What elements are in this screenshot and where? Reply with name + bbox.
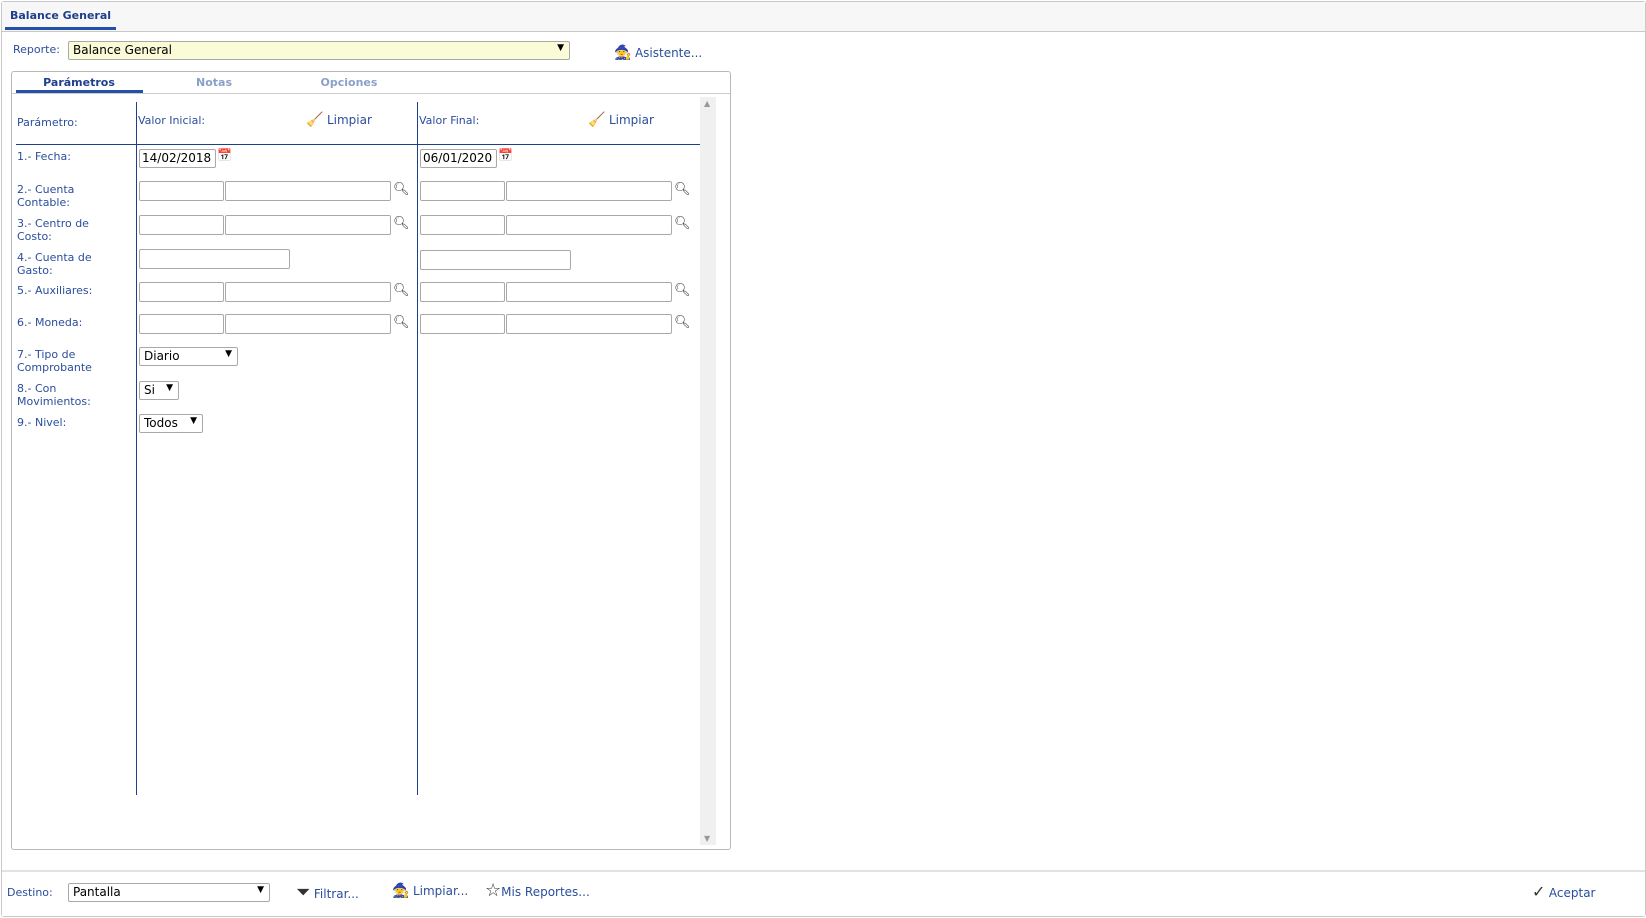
tab-divider [12, 93, 730, 94]
destination-value: Pantalla [73, 885, 121, 899]
clear-all-label: Limpiar... [412, 884, 469, 898]
cost-center-initial-name-input[interactable] [225, 215, 391, 235]
funnel-icon: ⏷ [296, 882, 311, 903]
accept-label: Aceptar [1548, 886, 1596, 900]
clear-final-button[interactable]: 🧹 Limpiar [588, 112, 654, 128]
cost-center-final-code-input[interactable] [420, 215, 505, 235]
currency-final-code-input[interactable] [420, 314, 505, 334]
account-final-code-input[interactable] [420, 181, 505, 201]
accept-button[interactable]: ✓ Aceptar [1532, 882, 1596, 901]
cost-center-final-name-input[interactable] [506, 215, 672, 235]
report-select[interactable]: Balance General ▼ [68, 41, 570, 60]
param-header: Parámetro: [17, 116, 78, 129]
account-initial-code-input[interactable] [139, 181, 224, 201]
chevron-down-icon: ▼ [166, 383, 173, 393]
param-label: 6.- Moneda: [17, 316, 83, 329]
expense-account-final-input[interactable] [420, 250, 571, 270]
clear-initial-button[interactable]: 🧹 Limpiar [306, 112, 372, 128]
scrollbar[interactable]: ▲ ▼ [700, 97, 716, 845]
date-initial-input[interactable]: 14/02/2018 [139, 149, 216, 168]
param-label: 2.- Cuenta Contable: [17, 183, 75, 209]
clear-label: Limpiar [608, 113, 654, 127]
tab-parametros[interactable]: Parámetros [19, 76, 139, 89]
tab-notas[interactable]: Notas [154, 76, 274, 89]
level-select[interactable]: Todos ▼ [139, 414, 203, 433]
level-value: Todos [144, 416, 178, 430]
clear-all-button[interactable]: 🧙 Limpiar... [392, 883, 468, 899]
wizard-icon: 🧙 [392, 883, 410, 899]
broom-icon: 🧹 [588, 112, 606, 128]
auxiliaries-final-name-input[interactable] [506, 282, 672, 302]
my-reports-button[interactable]: ☆Mis Reportes... [485, 880, 590, 901]
filter-button[interactable]: ⏷ Filtrar... [296, 882, 359, 903]
search-icon[interactable]: 🔍︎ [674, 216, 691, 231]
currency-initial-name-input[interactable] [225, 314, 391, 334]
search-icon[interactable]: 🔍︎ [393, 182, 410, 197]
assistant-label: Asistente... [634, 46, 703, 60]
column-divider [417, 102, 418, 795]
search-icon[interactable]: 🔍︎ [674, 182, 691, 197]
star-icon: ☆ [485, 880, 502, 901]
chevron-down-icon: ▼ [257, 885, 264, 895]
voucher-type-select[interactable]: Diario ▼ [139, 347, 238, 366]
param-label: 4.- Cuenta de Gasto: [17, 251, 92, 277]
tab-balance-general[interactable]: Balance General [5, 2, 117, 30]
account-initial-name-input[interactable] [225, 181, 391, 201]
search-icon[interactable]: 🔍︎ [393, 283, 410, 298]
search-icon[interactable]: 🔍︎ [674, 283, 691, 298]
final-header: Valor Final: [419, 114, 480, 127]
header-divider [16, 144, 700, 145]
top-tab-bar [2, 2, 1645, 32]
with-movements-select[interactable]: Si ▼ [139, 381, 179, 400]
report-label: Reporte: [13, 43, 60, 56]
initial-header: Valor Inicial: [138, 114, 206, 127]
calendar-icon[interactable]: 📅 [217, 148, 232, 162]
chevron-down-icon: ▼ [190, 416, 197, 426]
voucher-type-value: Diario [144, 349, 180, 363]
expense-account-initial-input[interactable] [139, 249, 290, 269]
report-value: Balance General [73, 43, 172, 57]
currency-initial-code-input[interactable] [139, 314, 224, 334]
column-divider [136, 102, 137, 795]
param-label: 1.- Fecha: [17, 150, 71, 163]
param-label: 5.- Auxiliares: [17, 284, 93, 297]
date-final-input[interactable]: 06/01/2020 [420, 149, 497, 168]
param-label: 7.- Tipo de Comprobante [17, 348, 92, 374]
destination-select[interactable]: Pantalla ▼ [68, 883, 270, 902]
calendar-icon[interactable]: 📅 [498, 148, 513, 162]
tab-opciones[interactable]: Opciones [289, 76, 409, 89]
currency-final-name-input[interactable] [506, 314, 672, 334]
assistant-button[interactable]: 🧙 Asistente... [614, 45, 702, 61]
chevron-down-icon: ▼ [557, 43, 564, 53]
param-label: 3.- Centro de Costo: [17, 217, 89, 243]
destination-label: Destino: [7, 886, 53, 899]
auxiliaries-initial-code-input[interactable] [139, 282, 224, 302]
broom-icon: 🧹 [306, 112, 324, 128]
my-reports-label: Mis Reportes... [501, 885, 590, 899]
chevron-down-icon: ▼ [225, 349, 232, 359]
filter-label: Filtrar... [313, 887, 359, 901]
param-label: 8.- Con Movimientos: [17, 382, 91, 408]
wizard-icon: 🧙 [614, 45, 632, 61]
search-icon[interactable]: 🔍︎ [674, 315, 691, 330]
cost-center-initial-code-input[interactable] [139, 215, 224, 235]
check-icon: ✓ [1532, 882, 1546, 901]
search-icon[interactable]: 🔍︎ [393, 315, 410, 330]
search-icon[interactable]: 🔍︎ [393, 216, 410, 231]
param-label: 9.- Nivel: [17, 416, 67, 429]
auxiliaries-initial-name-input[interactable] [225, 282, 391, 302]
account-final-name-input[interactable] [506, 181, 672, 201]
with-movements-value: Si [144, 383, 155, 397]
auxiliaries-final-code-input[interactable] [420, 282, 505, 302]
clear-label: Limpiar [326, 113, 372, 127]
